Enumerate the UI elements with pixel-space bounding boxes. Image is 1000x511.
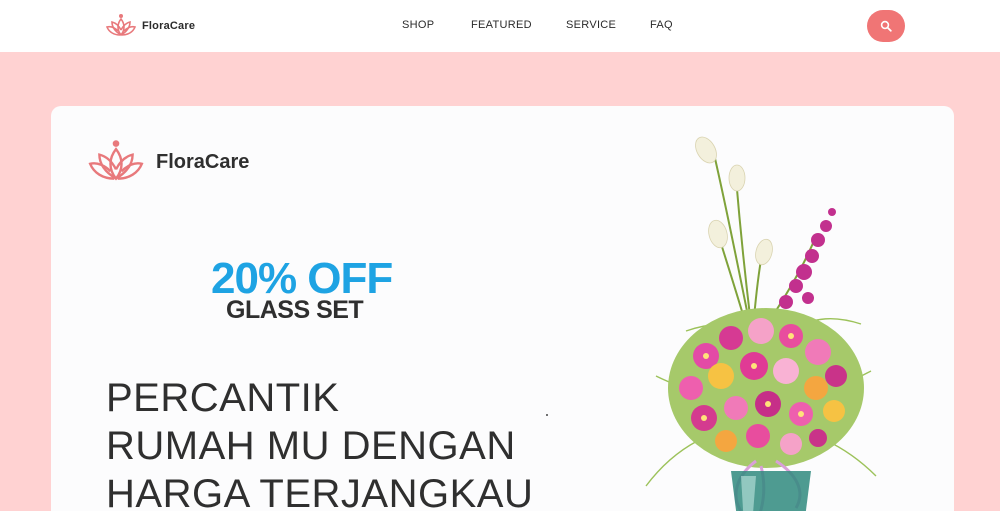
headline-line: HARGA TERJANGKAU — [106, 472, 534, 511]
nav-link-faq[interactable]: FAQ — [650, 19, 673, 31]
flower-bouquet-image — [645, 136, 877, 511]
nav-link-shop[interactable]: SHOP — [402, 19, 434, 31]
hero-headline: PERCANTIK RUMAH MU DENGAN HARGA TERJANGK… — [106, 374, 533, 511]
decorative-dot — [546, 414, 548, 416]
search-button[interactable] — [867, 10, 905, 42]
hero-brand-name: FloraCare — [156, 150, 250, 173]
search-icon — [880, 20, 892, 32]
lotus-logo-icon — [88, 140, 144, 181]
headline-line: RUMAH MU DENGAN — [106, 424, 516, 468]
hero-brand: FloraCare — [86, 138, 249, 186]
hero-banner: FloraCare 20% OFF GLASS SET PERCANTIK RU… — [51, 106, 954, 511]
top-navigation-bar: FloraCare SHOP FEATURED SERVICE FAQ — [0, 0, 1000, 52]
nav-link-featured[interactable]: FEATURED — [471, 19, 532, 31]
headline-line: PERCANTIK — [106, 376, 340, 420]
main-nav: SHOP FEATURED SERVICE FAQ — [0, 19, 1000, 33]
nav-link-service[interactable]: SERVICE — [566, 19, 616, 31]
promo-item: GLASS SET — [226, 296, 364, 324]
